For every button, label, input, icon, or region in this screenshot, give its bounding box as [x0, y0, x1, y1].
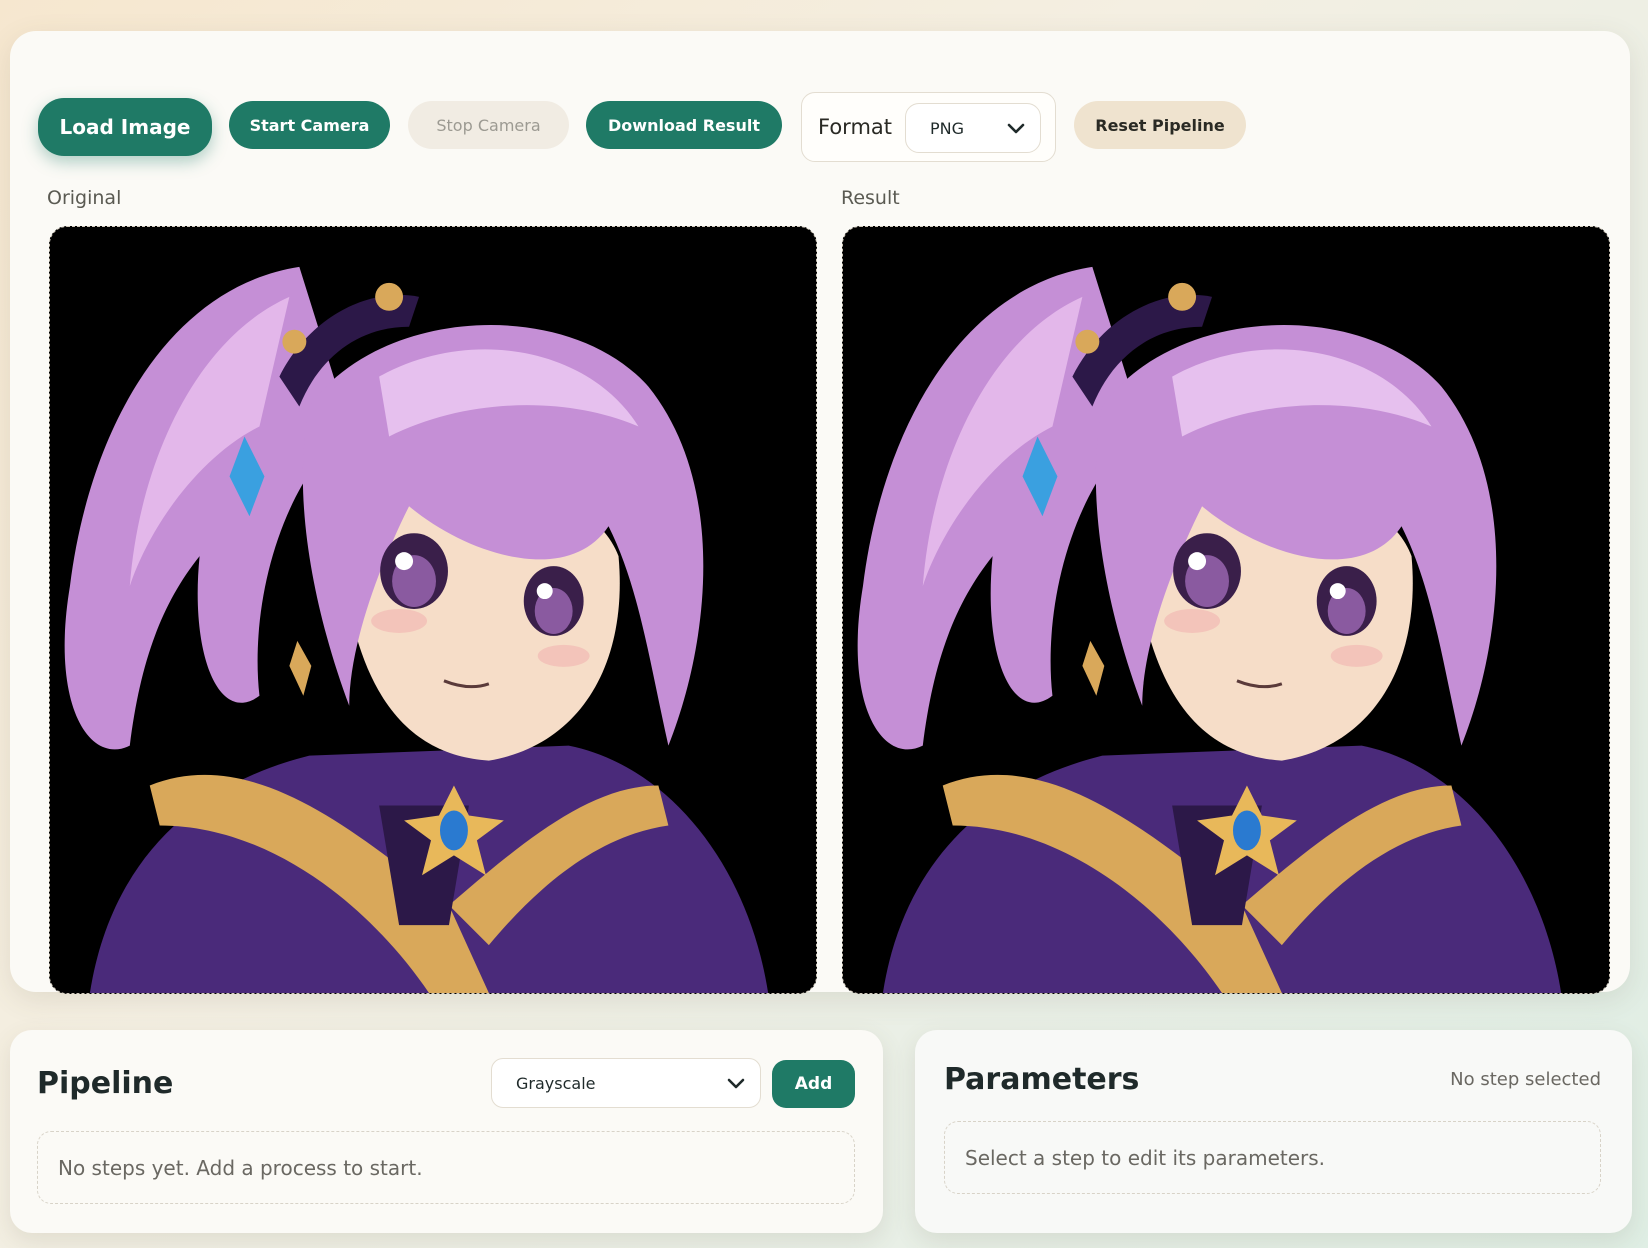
format-selected-value: PNG	[930, 119, 965, 138]
pipeline-empty-state: No steps yet. Add a process to start.	[37, 1131, 855, 1204]
add-step-button[interactable]: Add	[772, 1060, 855, 1108]
character-illustration	[50, 227, 816, 993]
download-result-button[interactable]: Download Result	[586, 101, 782, 149]
start-camera-button[interactable]: Start Camera	[229, 101, 390, 149]
reset-pipeline-button[interactable]: Reset Pipeline	[1074, 101, 1246, 149]
pipeline-panel: Pipeline Grayscale Add No steps yet. Add…	[10, 1030, 883, 1233]
image-workspace-panel: Load Image Start Camera Stop Camera Down…	[10, 31, 1630, 994]
toolbar: Load Image Start Camera Stop Camera Down…	[38, 65, 1598, 162]
parameters-status: No step selected	[1450, 1069, 1601, 1090]
original-label: Original	[47, 187, 122, 209]
format-group: Format PNG	[801, 92, 1056, 162]
process-selected-value: Grayscale	[516, 1074, 596, 1093]
parameters-empty-state: Select a step to edit its parameters.	[944, 1121, 1601, 1194]
format-select[interactable]: PNG	[905, 103, 1041, 153]
parameters-panel: Parameters No step selected Select a ste…	[915, 1030, 1632, 1233]
original-image	[49, 226, 817, 994]
chevron-down-icon	[727, 1078, 745, 1089]
parameters-title: Parameters	[944, 1062, 1140, 1097]
stop-camera-button: Stop Camera	[408, 101, 569, 149]
result-label: Result	[841, 187, 900, 209]
chevron-down-icon	[1007, 123, 1025, 134]
load-image-button[interactable]: Load Image	[38, 98, 212, 156]
format-label: Format	[818, 115, 893, 139]
character-illustration	[843, 227, 1609, 993]
pipeline-title: Pipeline	[37, 1066, 174, 1101]
result-image	[842, 226, 1610, 994]
process-select[interactable]: Grayscale	[491, 1058, 761, 1108]
